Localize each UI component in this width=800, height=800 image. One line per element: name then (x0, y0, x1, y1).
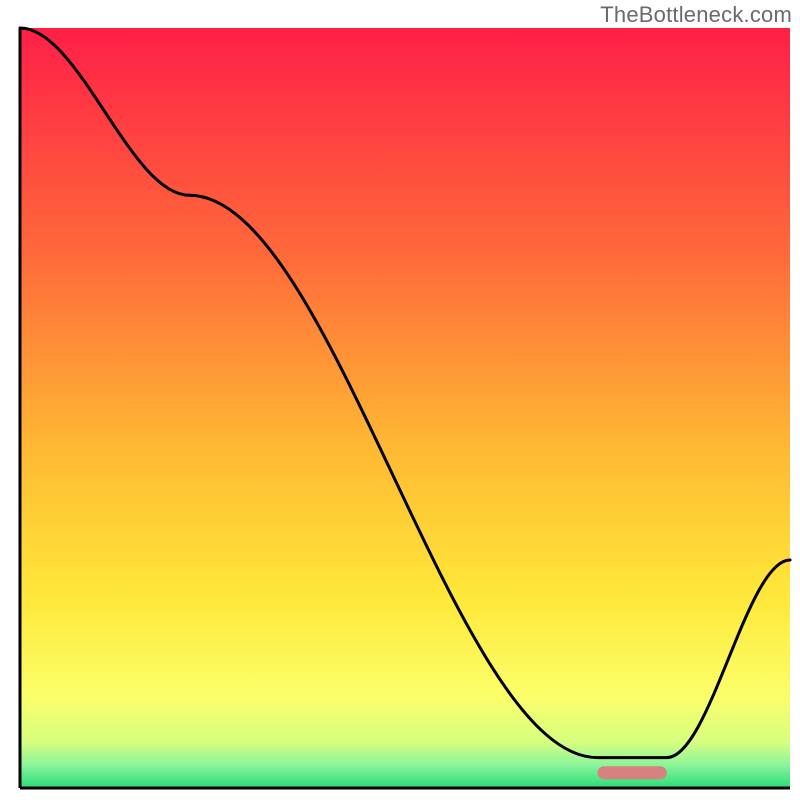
bottleneck-chart (0, 0, 800, 800)
chart-background (20, 28, 790, 788)
watermark-text: TheBottleneck.com (600, 2, 792, 28)
optimum-marker (598, 766, 667, 779)
chart-container: TheBottleneck.com (0, 0, 800, 800)
